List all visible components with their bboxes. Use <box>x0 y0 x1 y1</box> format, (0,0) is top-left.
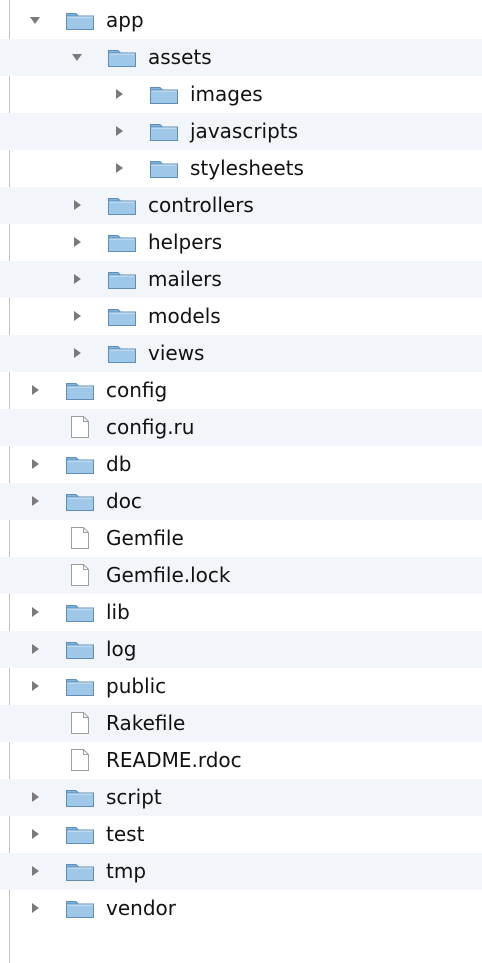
tree-item-label: mailers <box>148 267 222 291</box>
file-icon <box>64 563 96 587</box>
tree-item-label: lib <box>106 600 130 624</box>
tree-item-label: images <box>190 82 263 106</box>
file-icon <box>64 748 96 772</box>
tree-row[interactable]: app <box>0 2 482 39</box>
tree-item-label: Rakefile <box>106 711 186 735</box>
tree-row[interactable]: controllers <box>0 187 482 224</box>
disclosure-triangle-collapsed-icon[interactable] <box>71 199 83 211</box>
folder-icon <box>64 600 96 624</box>
folder-icon <box>106 304 138 328</box>
folder-icon <box>64 859 96 883</box>
tree-row[interactable]: log <box>0 631 482 668</box>
tree-row[interactable]: public <box>0 668 482 705</box>
folder-icon <box>64 452 96 476</box>
tree-item-label: vendor <box>106 896 176 920</box>
disclosure-triangle-collapsed-icon[interactable] <box>113 125 125 137</box>
tree-row[interactable]: test <box>0 816 482 853</box>
tree-item-label: db <box>106 452 132 476</box>
disclosure-triangle-collapsed-icon[interactable] <box>71 310 83 322</box>
tree-item-label: stylesheets <box>190 156 304 180</box>
tree-row[interactable]: db <box>0 446 482 483</box>
file-icon <box>64 711 96 735</box>
tree-item-label: tmp <box>106 859 147 883</box>
tree-item-label: log <box>106 637 137 661</box>
tree-row[interactable]: config.ru <box>0 409 482 446</box>
file-icon <box>64 415 96 439</box>
tree-item-label: README.rdoc <box>106 748 242 772</box>
file-icon <box>64 526 96 550</box>
disclosure-triangle-collapsed-icon[interactable] <box>29 643 41 655</box>
tree-item-label: Gemfile <box>106 526 184 550</box>
disclosure-triangle-expanded-icon[interactable] <box>29 14 41 26</box>
folder-icon <box>106 341 138 365</box>
tree-row[interactable]: assets <box>0 39 482 76</box>
disclosure-triangle-collapsed-icon[interactable] <box>29 791 41 803</box>
tree-item-label: script <box>106 785 162 809</box>
tree-item-label: public <box>106 674 167 698</box>
tree-row[interactable]: README.rdoc <box>0 742 482 779</box>
tree-row[interactable]: images <box>0 76 482 113</box>
disclosure-triangle-collapsed-icon[interactable] <box>29 902 41 914</box>
tree-item-label: javascripts <box>190 119 299 143</box>
folder-icon <box>106 267 138 291</box>
disclosure-triangle-collapsed-icon[interactable] <box>29 384 41 396</box>
disclosure-triangle-collapsed-icon[interactable] <box>113 162 125 174</box>
tree-item-label: config.ru <box>106 415 195 439</box>
tree-row[interactable]: doc <box>0 483 482 520</box>
tree-row[interactable]: script <box>0 779 482 816</box>
tree-row[interactable]: tmp <box>0 853 482 890</box>
folder-icon <box>106 193 138 217</box>
tree-item-label: config <box>106 378 168 402</box>
tree-row[interactable]: models <box>0 298 482 335</box>
tree-item-label: models <box>148 304 221 328</box>
folder-icon <box>64 822 96 846</box>
folder-icon <box>148 156 180 180</box>
tree-row[interactable]: Rakefile <box>0 705 482 742</box>
tree-row[interactable]: helpers <box>0 224 482 261</box>
folder-icon <box>148 119 180 143</box>
folder-icon <box>106 230 138 254</box>
disclosure-triangle-collapsed-icon[interactable] <box>71 236 83 248</box>
folder-icon <box>148 82 180 106</box>
tree-item-label: views <box>148 341 205 365</box>
tree-row[interactable]: views <box>0 335 482 372</box>
tree-row[interactable]: javascripts <box>0 113 482 150</box>
tree-row[interactable]: mailers <box>0 261 482 298</box>
tree-row[interactable]: lib <box>0 594 482 631</box>
tree-row[interactable]: Gemfile.lock <box>0 557 482 594</box>
disclosure-triangle-collapsed-icon[interactable] <box>71 273 83 285</box>
tree-item-label: Gemfile.lock <box>106 563 231 587</box>
file-tree: app assets images javascripts stylesheets con… <box>0 0 482 963</box>
disclosure-triangle-collapsed-icon[interactable] <box>71 347 83 359</box>
folder-icon <box>64 378 96 402</box>
disclosure-triangle-collapsed-icon[interactable] <box>29 680 41 692</box>
folder-icon <box>106 45 138 69</box>
tree-item-label: helpers <box>148 230 223 254</box>
folder-icon <box>64 637 96 661</box>
tree-row[interactable]: Gemfile <box>0 520 482 557</box>
tree-item-label: assets <box>148 45 212 69</box>
folder-icon <box>64 674 96 698</box>
disclosure-triangle-collapsed-icon[interactable] <box>29 495 41 507</box>
tree-row[interactable]: vendor <box>0 890 482 927</box>
folder-icon <box>64 8 96 32</box>
folder-icon <box>64 785 96 809</box>
tree-item-label: app <box>106 8 144 32</box>
tree-item-label: test <box>106 822 145 846</box>
tree-item-label: doc <box>106 489 142 513</box>
tree-row[interactable]: config <box>0 372 482 409</box>
folder-icon <box>64 489 96 513</box>
disclosure-triangle-collapsed-icon[interactable] <box>29 828 41 840</box>
tree-row[interactable]: stylesheets <box>0 150 482 187</box>
disclosure-triangle-collapsed-icon[interactable] <box>113 88 125 100</box>
disclosure-triangle-collapsed-icon[interactable] <box>29 458 41 470</box>
disclosure-triangle-collapsed-icon[interactable] <box>29 865 41 877</box>
folder-icon <box>64 896 96 920</box>
disclosure-triangle-collapsed-icon[interactable] <box>29 606 41 618</box>
disclosure-triangle-expanded-icon[interactable] <box>71 51 83 63</box>
tree-item-label: controllers <box>148 193 254 217</box>
